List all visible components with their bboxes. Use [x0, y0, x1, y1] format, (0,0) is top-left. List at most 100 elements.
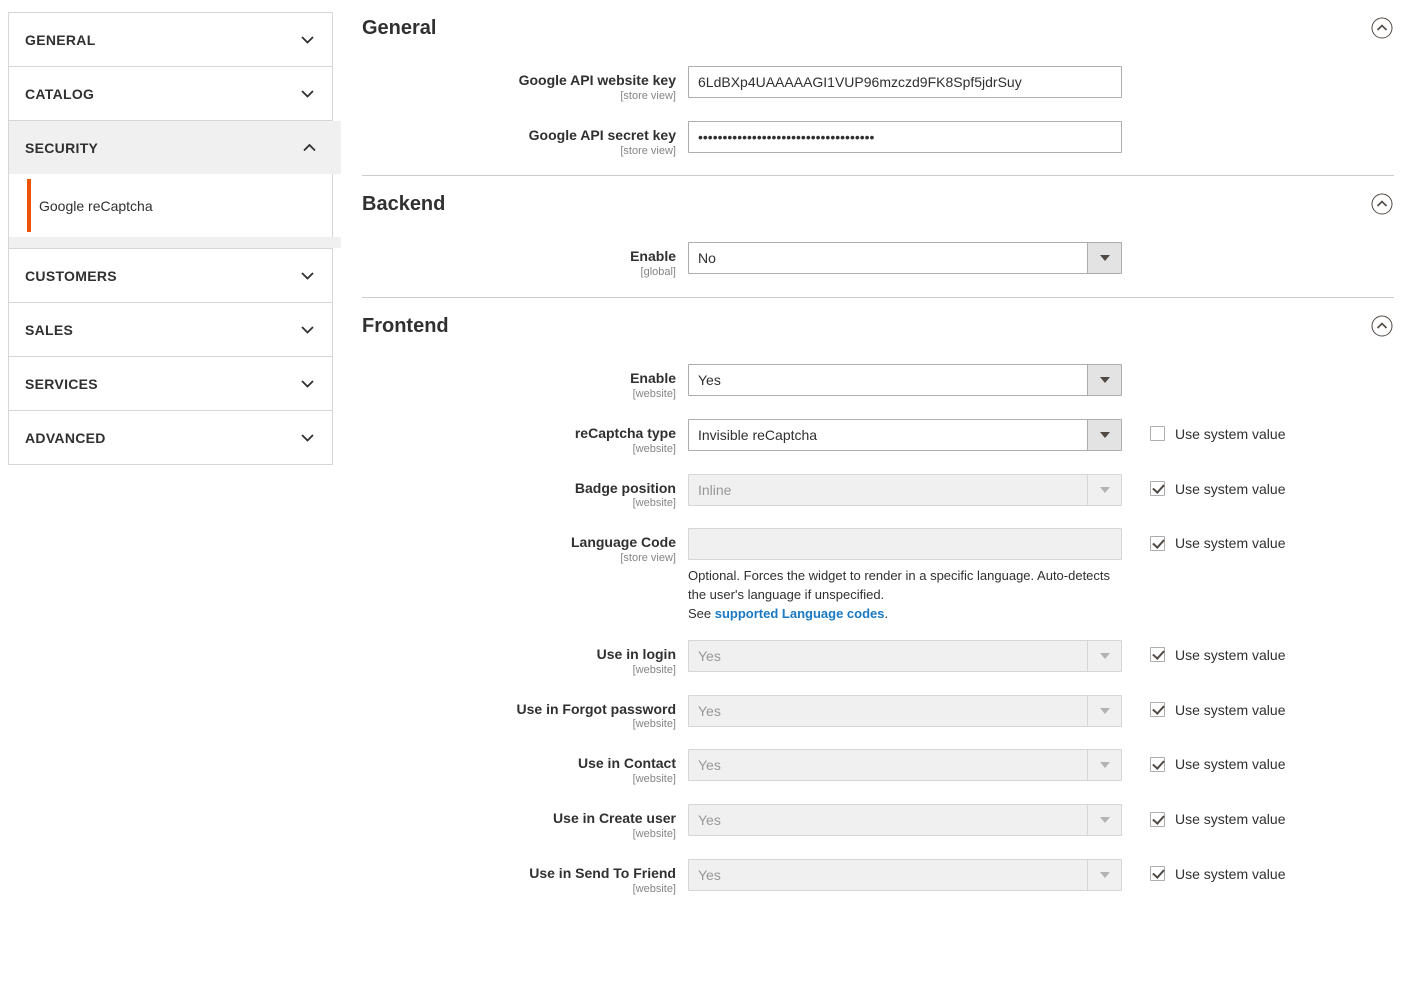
field-label-block: Enable [global]	[362, 242, 688, 281]
use-system-value-label: Use system value	[1175, 756, 1286, 773]
nav-section-sales: SALES	[9, 303, 332, 357]
field-label-block: Google API website key [store view]	[362, 66, 688, 105]
use-system-value-label: Use system value	[1175, 480, 1286, 497]
sidebar-item-catalog[interactable]: CATALOG	[9, 67, 332, 120]
use-system-value-toggle-recaptcha-type[interactable]: Use system value	[1150, 419, 1285, 442]
field-label: Use in Contact	[577, 755, 676, 772]
recaptcha-type-select[interactable]: Invisible reCaptcha	[688, 418, 1122, 451]
language-code-note: Optional. Forces the widget to render in…	[688, 567, 1128, 624]
sidebar-item-customers[interactable]: CUSTOMERS	[9, 249, 332, 302]
sidebar-item-label: SERVICES	[25, 375, 98, 392]
field-label: Use in Create user	[553, 810, 676, 827]
collapse-icon[interactable]	[1371, 315, 1393, 337]
field-control: Yes	[688, 804, 1122, 837]
group-general: General Google API website key [store vi…	[362, 0, 1394, 177]
select-value: Yes	[698, 702, 721, 719]
google-api-website-key-input[interactable]	[688, 66, 1122, 98]
use-system-value-checkbox[interactable]	[1150, 426, 1165, 442]
field-row-badge-position: Badge position [website] Inline Use syst…	[362, 473, 1394, 513]
group-frontend-header[interactable]: Frontend	[362, 298, 1394, 354]
field-control: Yes	[688, 858, 1122, 891]
use-system-value-checkbox[interactable]	[1150, 647, 1165, 663]
use-in-login-select: Yes	[688, 639, 1122, 672]
field-control: Yes	[688, 364, 1122, 397]
sidebar-item-security[interactable]: SECURITY	[9, 121, 341, 174]
group-backend: Backend Enable [global] No	[362, 176, 1394, 299]
nav-section-general: GENERAL	[9, 13, 332, 67]
field-control: Inline	[688, 473, 1122, 506]
group-backend-header[interactable]: Backend	[362, 176, 1394, 232]
field-row-secret-key: Google API secret key [store view]	[362, 120, 1394, 160]
use-system-value-checkbox[interactable]	[1150, 535, 1165, 551]
use-in-forgot-password-select: Yes	[688, 694, 1122, 727]
supported-language-codes-link[interactable]: supported Language codes	[715, 606, 885, 621]
select-value: No	[698, 250, 716, 267]
sidebar-item-sales[interactable]: SALES	[9, 303, 332, 356]
use-system-value-toggle-use-in-send-to-friend[interactable]: Use system value	[1150, 859, 1285, 882]
chevron-down-icon	[1087, 419, 1121, 450]
nav-section-services: SERVICES	[9, 357, 332, 411]
use-system-value-checkbox[interactable]	[1150, 481, 1165, 497]
use-system-value-checkbox[interactable]	[1150, 702, 1165, 718]
frontend-enable-select[interactable]: Yes	[688, 364, 1122, 397]
sidebar-submenu-spacer	[9, 237, 341, 248]
use-in-create-user-select: Yes	[688, 804, 1122, 837]
group-general-header[interactable]: General	[362, 0, 1394, 56]
field-label-block: reCaptcha type [website]	[362, 419, 688, 458]
google-api-secret-key-input[interactable]	[688, 120, 1122, 153]
use-system-value-label: Use system value	[1175, 865, 1286, 882]
sidebar-subitem-label: Google reCaptcha	[39, 197, 153, 214]
select-value: Invisible reCaptcha	[698, 426, 818, 443]
field-control: Invisible reCaptcha	[688, 418, 1122, 451]
use-system-value-toggle-use-in-create-user[interactable]: Use system value	[1150, 804, 1285, 827]
use-system-value-toggle-language-code[interactable]: Use system value	[1150, 528, 1285, 551]
group-title: Frontend	[362, 314, 449, 337]
field-scope: [store view]	[620, 89, 676, 102]
use-system-value-toggle-badge-position[interactable]: Use system value	[1150, 474, 1285, 497]
backend-enable-select[interactable]: No	[688, 242, 1122, 275]
chevron-down-icon	[1087, 640, 1121, 671]
collapse-icon[interactable]	[1371, 193, 1393, 215]
collapse-icon[interactable]	[1371, 17, 1393, 39]
group-general-fields: Google API website key [store view] Goog…	[362, 56, 1394, 159]
field-row-backend-enable: Enable [global] No	[362, 242, 1394, 281]
sidebar-item-general[interactable]: GENERAL	[9, 13, 332, 66]
language-code-input	[688, 528, 1122, 561]
field-label-block: Use in Contact [website]	[362, 749, 688, 788]
use-system-value-label: Use system value	[1175, 425, 1286, 442]
use-system-value-checkbox[interactable]	[1150, 811, 1165, 827]
note-period: .	[884, 606, 889, 622]
use-system-value-label: Use system value	[1175, 701, 1286, 718]
field-row-use-in-send-to-friend: Use in Send To Friend [website] Yes Use …	[362, 858, 1394, 898]
nav-section-security: SECURITY Google reCaptcha	[9, 121, 341, 249]
field-label: Enable	[630, 248, 676, 265]
sidebar-item-label: ADVANCED	[25, 429, 106, 446]
field-control: No	[688, 242, 1122, 275]
chevron-down-icon	[1087, 859, 1121, 890]
field-label: Google API website key	[518, 72, 676, 88]
use-system-value-toggle-use-in-forgot-password[interactable]: Use system value	[1150, 695, 1285, 718]
field-row-frontend-enable: Enable [website] Yes	[362, 364, 1394, 403]
field-scope: [website]	[632, 882, 676, 895]
group-title: General	[362, 16, 437, 39]
field-label-block: Badge position [website]	[362, 474, 688, 513]
field-label: Use in Send To Friend	[529, 864, 676, 881]
chevron-down-icon	[1087, 474, 1121, 505]
select-value: Yes	[698, 372, 721, 389]
sidebar-item-label: CATALOG	[25, 85, 95, 102]
use-system-value-toggle-use-in-login[interactable]: Use system value	[1150, 640, 1285, 663]
config-form: General Google API website key [store vi…	[362, 0, 1394, 914]
sidebar-item-google-recaptcha[interactable]: Google reCaptcha	[9, 174, 332, 237]
use-system-value-checkbox[interactable]	[1150, 866, 1165, 882]
sidebar-item-label: CUSTOMERS	[25, 267, 117, 284]
sidebar-item-services[interactable]: SERVICES	[9, 357, 332, 410]
field-scope: [global]	[640, 266, 676, 279]
field-control: Yes	[688, 639, 1122, 672]
use-system-value-toggle-use-in-contact[interactable]: Use system value	[1150, 749, 1285, 772]
field-scope: [store view]	[620, 144, 676, 157]
select-value: Inline	[698, 481, 732, 498]
field-scope: [website]	[632, 773, 676, 786]
sidebar-item-advanced[interactable]: ADVANCED	[9, 411, 332, 464]
use-system-value-checkbox[interactable]	[1150, 756, 1165, 772]
use-system-value-label: Use system value	[1175, 811, 1286, 828]
